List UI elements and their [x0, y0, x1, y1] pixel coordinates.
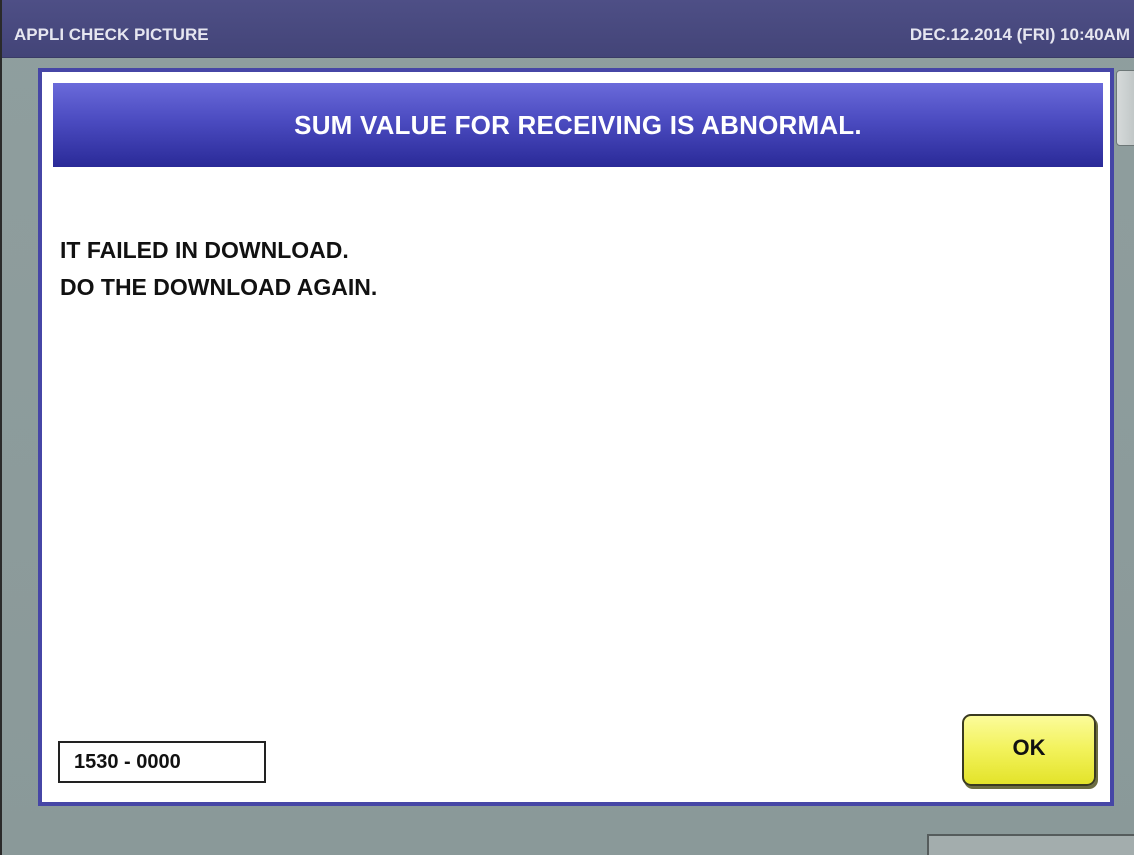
- error-code-box: 1530 - 0000: [58, 741, 266, 783]
- message-line: DO THE DOWNLOAD AGAIN.: [60, 274, 378, 300]
- ok-button[interactable]: OK: [962, 714, 1096, 786]
- bottom-tab-button[interactable]: [927, 834, 1134, 855]
- message-line: IT FAILED IN DOWNLOAD.: [60, 237, 349, 263]
- date-time: DEC.12.2014 (FRI) 10:40AM: [909, 25, 1130, 44]
- dialog-title: SUM VALUE FOR RECEIVING IS ABNORMAL.: [53, 83, 1103, 167]
- title-bar: APPLI CHECK PICTURE DEC.12.2014 (FRI) 10…: [2, 0, 1134, 58]
- error-dialog: SUM VALUE FOR RECEIVING IS ABNORMAL. IT …: [38, 68, 1114, 806]
- app-screen: APPLI CHECK PICTURE DEC.12.2014 (FRI) 10…: [0, 0, 1134, 855]
- side-tab-button[interactable]: [1116, 70, 1134, 146]
- error-message: IT FAILED IN DOWNLOAD. DO THE DOWNLOAD A…: [60, 232, 377, 306]
- screen-title: APPLI CHECK PICTURE: [14, 25, 209, 44]
